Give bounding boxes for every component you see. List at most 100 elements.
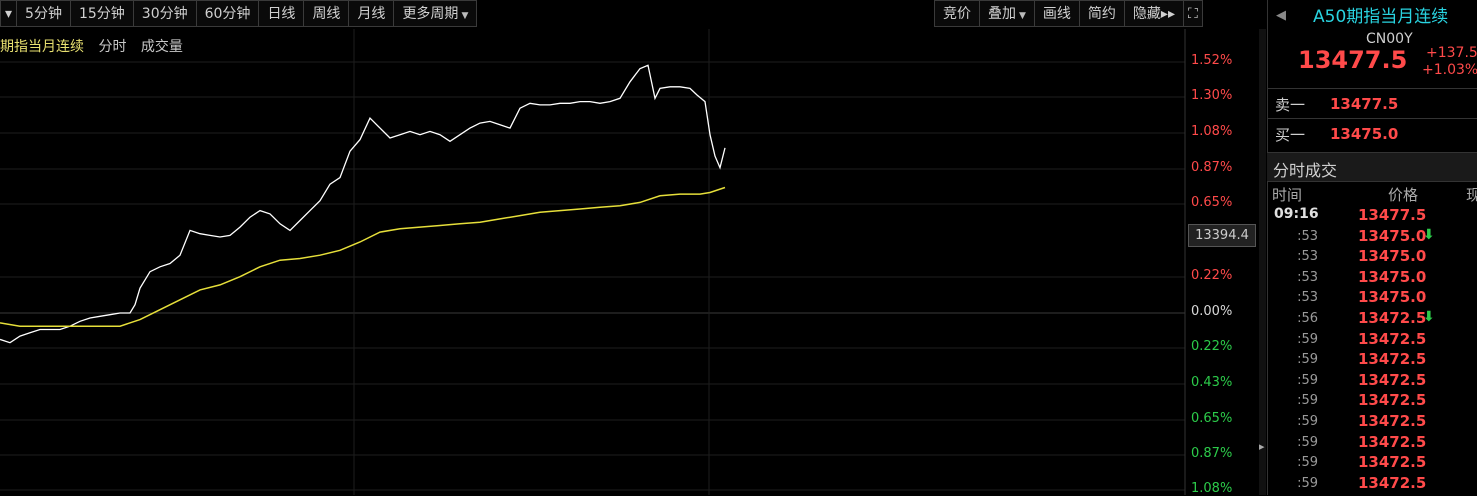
trade-price: 13472.5 [1358,391,1427,410]
auction-button[interactable]: 竞价 [934,0,980,27]
y-axis-label: 0.87% [1191,160,1233,175]
simple-mode-button[interactable]: 简约 [1078,0,1125,27]
ask-label: 卖一 [1275,96,1306,114]
period-30min-button-label: 30分钟 [141,6,188,22]
trade-price: 13472.5 [1358,309,1427,327]
hide-panel-button[interactable]: 隐藏▸▸ [1123,0,1184,27]
trade-time: :59 [1297,372,1318,388]
col-time-header: 时间 [1272,186,1303,204]
trade-time: :53 [1297,249,1318,265]
period-30min-button[interactable]: 30分钟 [132,0,197,27]
trade-time: :59 [1297,331,1318,347]
period-weekly-button-label: 周线 [312,6,341,22]
overlay-button-label: 叠加 [988,6,1016,22]
trade-time: :59 [1297,414,1318,429]
period-60min-button[interactable]: 60分钟 [195,0,260,27]
trade-price: 13475.0 [1358,247,1427,266]
panel-splitter[interactable] [1259,29,1266,495]
trade-time: :59 [1297,455,1318,471]
bid-price: 13475.0 [1330,125,1399,143]
col-price-header: 价格 [1388,186,1419,204]
trade-time: :59 [1297,434,1318,450]
draw-line-button-label: 画线 [1042,6,1071,22]
trade-price: 13472.5 [1358,370,1427,389]
trades-title: 分时成交 [1273,161,1338,180]
col-volume-header: 现 [1466,186,1477,204]
y-axis-label: 1.30% [1191,88,1233,103]
trade-time: :53 [1297,290,1318,306]
period-15min-button-label: 15分钟 [78,6,125,22]
period-15min-button[interactable]: 15分钟 [69,0,134,27]
simple-mode-button-label: 简约 [1087,6,1116,22]
period-60min-button-label: 60分钟 [204,6,251,22]
price-change-pct: +1.03% [1422,62,1477,78]
y-axis-label: 0.00% [1191,304,1233,319]
average-price-line [0,186,726,327]
crosshair-price-tag: 13394.4 [1188,224,1256,247]
hide-panel-button-label: 隐藏▸▸ [1132,6,1175,22]
y-axis-label: 1.52% [1191,53,1233,68]
trade-time: 09:16 [1274,206,1319,222]
draw-line-button[interactable]: 画线 [1033,0,1080,27]
overlay-button[interactable]: 叠加 ▼ [979,0,1035,27]
auction-button-label: 竞价 [943,6,971,22]
y-axis-label: 0.22% [1191,339,1233,354]
period-dropdown-button[interactable]: ▾ [0,0,18,27]
trade-time: :59 [1297,352,1318,368]
trade-price: 13472.5 [1358,412,1427,430]
y-axis-label: 1.08% [1191,481,1233,496]
period-weekly-button[interactable]: 周线 [303,0,350,27]
period-5min-button-label: 5分钟 [25,6,62,22]
y-axis-label: 0.65% [1191,411,1233,426]
trade-price: 13472.5 [1358,329,1427,348]
intraday-chart[interactable] [0,29,1258,495]
trade-price: 13475.0 [1358,288,1427,307]
ask-price: 13477.5 [1330,95,1399,113]
period-dropdown-button-label: ▾ [5,6,13,22]
period-monthly-button-label: 月线 [357,6,386,22]
trade-time: :53 [1297,228,1318,244]
trade-time: :59 [1297,475,1318,491]
divider [1267,88,1477,89]
chevron-down-icon: ▼ [461,11,469,21]
instrument-title: A50期指当月连续 [1313,7,1449,27]
trade-price: 13472.5 [1358,453,1427,472]
tools-toolbar: 竞价 叠加 ▼ 画线 简约 隐藏▸▸ ⛶ [934,0,1203,29]
y-axis-label: 0.87% [1191,446,1233,461]
legend-volume[interactable]: 成交量 [141,39,183,55]
expand-arrow-icon[interactable]: ▸ [1259,440,1265,453]
period-toolbar: ▾ 5分钟 15分钟 30分钟 60分钟 日线 周线 月线 更多周期 ▼ [0,0,478,29]
trade-time: :53 [1297,269,1318,285]
bid-label: 买一 [1275,126,1306,144]
y-axis-label: 0.43% [1191,375,1233,390]
legend-title: 期指当月连续 [0,39,84,55]
trade-price: 13475.0 [1358,226,1427,245]
down-arrow-icon: ⬇ [1423,309,1435,325]
back-arrow-icon[interactable]: ◀ [1276,8,1286,23]
price-change: +137.5 [1426,45,1477,61]
trade-time: :59 [1297,393,1318,409]
legend-intraday[interactable]: 分时 [98,39,126,55]
fullscreen-button-label: ⛶ [1187,6,1198,22]
chevron-down-icon: ▼ [1019,11,1026,21]
trade-price: 13472.5 [1358,350,1427,369]
more-periods-button-label: 更多周期 [402,6,459,22]
trade-price: 13477.5 [1358,206,1427,224]
period-monthly-button[interactable]: 月线 [348,0,395,27]
period-daily-button-label: 日线 [267,6,296,22]
trade-price: 13472.5 [1358,432,1427,451]
period-daily-button[interactable]: 日线 [258,0,305,27]
period-5min-button[interactable]: 5分钟 [16,0,71,27]
trade-price: 13475.0 [1358,267,1427,286]
y-axis-label: 0.22% [1191,268,1233,283]
chart-legend: 期指当月连续 分时 成交量 [0,36,193,56]
down-arrow-icon: ⬇ [1423,226,1435,243]
trade-time: :56 [1297,311,1318,326]
y-axis-label: 0.65% [1191,195,1233,210]
last-price: 13477.5 [1298,46,1408,74]
instrument-code: CN00Y [1366,31,1413,47]
more-periods-button[interactable]: 更多周期 ▼ [393,0,478,27]
divider [1267,118,1477,119]
trade-price: 13472.5 [1358,473,1427,492]
fullscreen-button[interactable]: ⛶ [1182,0,1203,27]
